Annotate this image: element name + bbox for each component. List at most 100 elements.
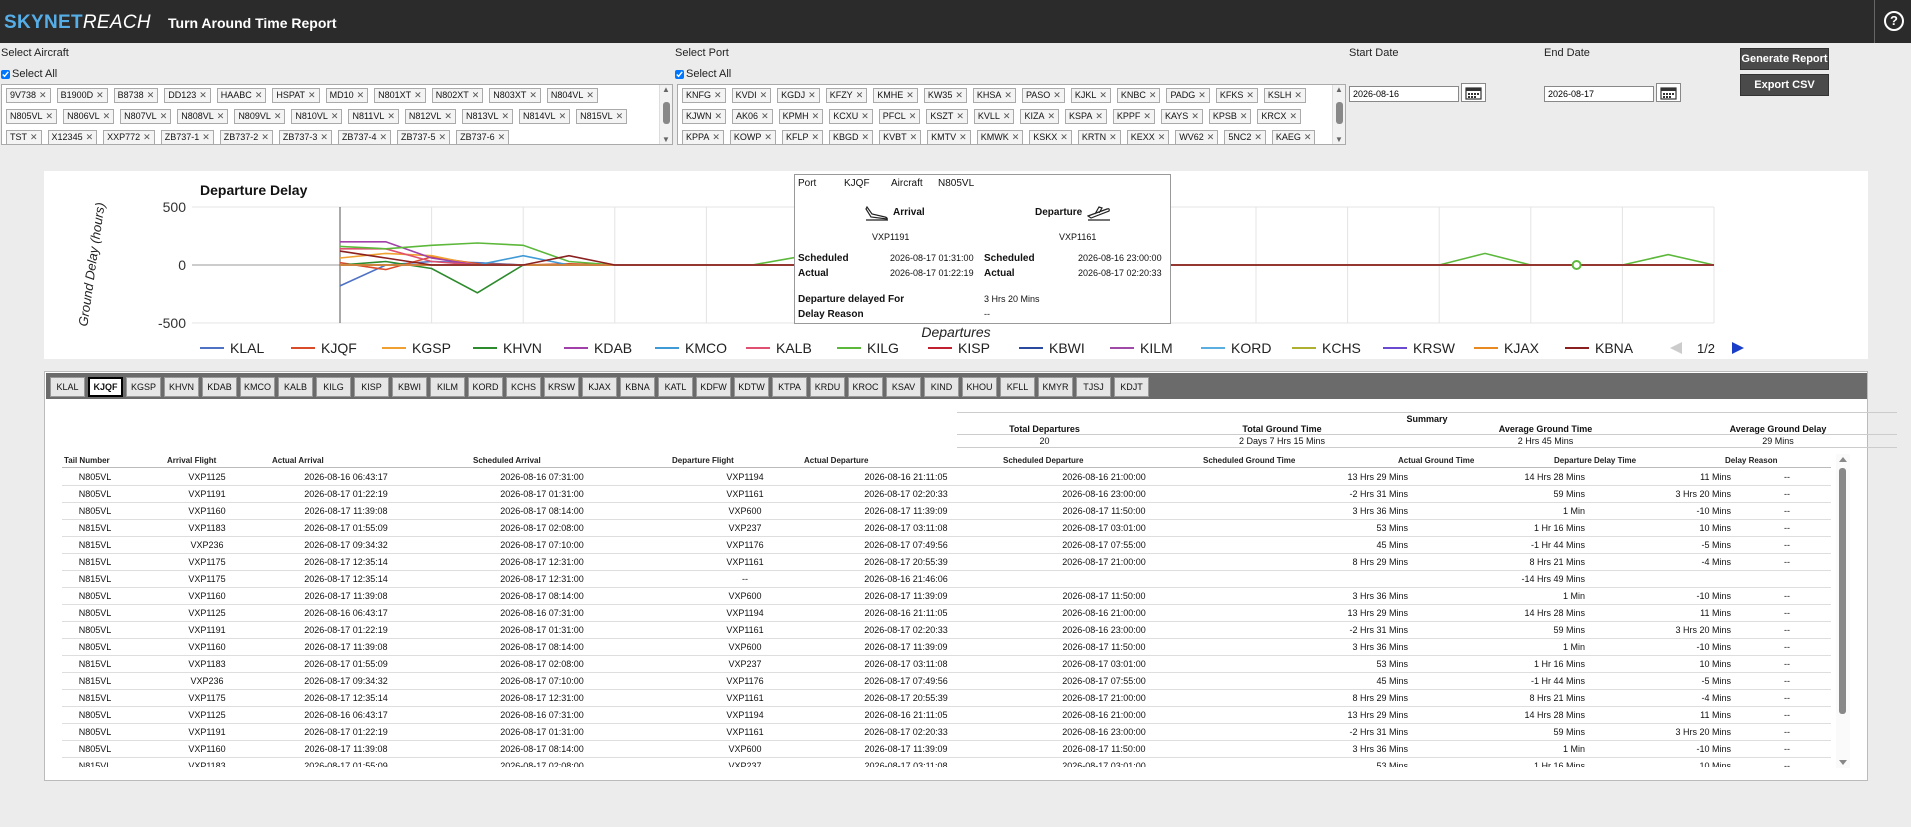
remove-tag-icon[interactable]: ✕ (387, 111, 395, 121)
scroll-up-icon[interactable]: ▲ (662, 85, 670, 94)
tab-klal[interactable]: KLAL (50, 377, 85, 397)
port-tag[interactable]: KSZT ✕ (926, 109, 968, 124)
scroll-thumb[interactable] (1839, 468, 1846, 714)
remove-tag-icon[interactable]: ✕ (764, 132, 772, 142)
port-tag[interactable]: KOWP ✕ (729, 130, 776, 144)
column-header[interactable]: Scheduled Arrival (473, 456, 541, 465)
aircraft-tag[interactable]: ZB737-1 ✕ (160, 130, 214, 144)
remove-tag-icon[interactable]: ✕ (559, 111, 567, 121)
legend-item-kord[interactable]: KORD (1231, 340, 1271, 356)
remove-tag-icon[interactable]: ✕ (1004, 90, 1012, 100)
scroll-down-icon[interactable]: ▼ (1335, 135, 1343, 144)
remove-tag-icon[interactable]: ✕ (1254, 132, 1262, 142)
remove-tag-icon[interactable]: ✕ (955, 90, 963, 100)
tab-ktpa[interactable]: KTPA (772, 377, 807, 397)
aircraft-select-all[interactable]: Select All (1, 68, 57, 80)
aircraft-tag[interactable]: X12345 ✕ (47, 130, 98, 144)
remove-tag-icon[interactable]: ✕ (320, 132, 328, 142)
remove-tag-icon[interactable]: ✕ (714, 90, 722, 100)
remove-tag-icon[interactable]: ✕ (274, 111, 282, 121)
tab-kmyr[interactable]: KMYR (1038, 377, 1073, 397)
remove-tag-icon[interactable]: ✕ (1143, 111, 1151, 121)
aircraft-tag[interactable]: HSPAT ✕ (272, 88, 320, 103)
remove-tag-icon[interactable]: ✕ (529, 90, 537, 100)
port-tag[interactable]: KJWN ✕ (682, 109, 727, 124)
remove-tag-icon[interactable]: ✕ (1095, 111, 1103, 121)
remove-tag-icon[interactable]: ✕ (202, 132, 210, 142)
remove-tag-icon[interactable]: ✕ (586, 90, 594, 100)
table-scrollbar[interactable] (1836, 454, 1850, 768)
table-row[interactable]: N805VL VXP1125 2026-08-16 06:43:17 2026-08-… (62, 605, 1831, 622)
port-tag[interactable]: KVLL ✕ (973, 109, 1015, 124)
aircraft-scrollbar[interactable]: ▲ ▼ (659, 85, 672, 144)
tab-krsw[interactable]: KRSW (544, 377, 579, 397)
tab-kchs[interactable]: KCHS (506, 377, 541, 397)
remove-tag-icon[interactable]: ✕ (808, 90, 816, 100)
scroll-up-icon[interactable]: ▲ (1335, 85, 1343, 94)
tab-khvn[interactable]: KHVN (164, 377, 199, 397)
tab-kdab[interactable]: KDAB (202, 377, 237, 397)
aircraft-tag[interactable]: ZB737-2 ✕ (219, 130, 273, 144)
port-tag[interactable]: KVDI ✕ (731, 88, 772, 103)
tab-katl[interactable]: KATL (658, 377, 693, 397)
aircraft-tag[interactable]: N813VL ✕ (461, 109, 514, 124)
legend-item-kisp[interactable]: KISP (958, 340, 990, 356)
calendar-icon[interactable] (1461, 83, 1486, 102)
remove-tag-icon[interactable]: ✕ (862, 132, 870, 142)
tab-kroc[interactable]: KROC (848, 377, 883, 397)
remove-tag-icon[interactable]: ✕ (1198, 90, 1206, 100)
port-tag[interactable]: KSPA ✕ (1065, 109, 1107, 124)
legend-item-kmco[interactable]: KMCO (685, 340, 727, 356)
remove-tag-icon[interactable]: ✕ (30, 132, 38, 142)
scroll-thumb[interactable] (1336, 102, 1343, 124)
aircraft-tag[interactable]: N812VL ✕ (404, 109, 456, 124)
tab-kdtw[interactable]: KDTW (734, 377, 769, 397)
remove-tag-icon[interactable]: ✕ (1109, 132, 1117, 142)
table-row[interactable]: N805VL VXP1191 2026-08-17 01:22:19 2026-08-… (62, 622, 1831, 639)
aircraft-tag[interactable]: 9V738 ✕ (6, 88, 51, 103)
aircraft-tag[interactable]: ZB737-4 ✕ (337, 130, 392, 144)
legend-item-krsw[interactable]: KRSW (1413, 340, 1456, 356)
aircraft-tag[interactable]: N809VL ✕ (234, 109, 286, 124)
remove-tag-icon[interactable]: ✕ (906, 90, 914, 100)
table-row[interactable]: N815VL VXP1183 2026-08-17 01:55:09 2026-08-… (62, 656, 1831, 673)
table-row[interactable]: N805VL VXP1191 2026-08-17 01:22:19 2026-08-… (62, 724, 1831, 741)
remove-tag-icon[interactable]: ✕ (712, 132, 720, 142)
scroll-down-icon[interactable] (1839, 760, 1847, 765)
aircraft-tag[interactable]: N808VL ✕ (177, 109, 229, 124)
aircraft-tag[interactable]: B1900D ✕ (56, 88, 108, 103)
port-tag[interactable]: KMTV ✕ (927, 130, 971, 144)
remove-tag-icon[interactable]: ✕ (261, 132, 269, 142)
tab-kalb[interactable]: KALB (278, 377, 313, 397)
remove-tag-icon[interactable]: ✕ (1003, 111, 1011, 121)
port-tag[interactable]: KNFG ✕ (682, 88, 726, 103)
port-tag[interactable]: KPPF ✕ (1112, 109, 1155, 124)
column-header[interactable]: Scheduled Ground Time (1203, 456, 1295, 465)
remove-tag-icon[interactable]: ✕ (103, 111, 111, 121)
remove-tag-icon[interactable]: ✕ (1149, 90, 1157, 100)
legend-item-kilg[interactable]: KILG (867, 340, 899, 356)
remove-tag-icon[interactable]: ✕ (498, 132, 506, 142)
remove-tag-icon[interactable]: ✕ (1099, 90, 1107, 100)
port-tag[interactable]: KHSA ✕ (972, 88, 1016, 103)
column-header[interactable]: Delay Reason (1725, 456, 1777, 465)
remove-tag-icon[interactable]: ✕ (472, 90, 480, 100)
port-tag[interactable]: KMWK ✕ (976, 130, 1024, 144)
port-tag[interactable]: PADG ✕ (1166, 88, 1210, 103)
table-row[interactable]: N815VL VXP1175 2026-08-17 12:35:14 2026-08-… (62, 571, 1831, 588)
remove-tag-icon[interactable]: ✕ (1240, 111, 1248, 121)
remove-tag-icon[interactable]: ✕ (761, 111, 769, 121)
remove-tag-icon[interactable]: ✕ (959, 132, 967, 142)
remove-tag-icon[interactable]: ✕ (1294, 90, 1302, 100)
port-tag[interactable]: PFCL ✕ (878, 109, 921, 124)
port-select-all[interactable]: Select All (675, 68, 731, 80)
legend-item-kbwi[interactable]: KBWI (1049, 340, 1085, 356)
aircraft-tag[interactable]: ZB737-6 ✕ (456, 130, 510, 144)
port-tag[interactable]: KIZA ✕ (1020, 109, 1060, 124)
remove-tag-icon[interactable]: ✕ (217, 111, 225, 121)
tab-tjsj[interactable]: TJSJ (1076, 377, 1111, 397)
legend-item-khvn[interactable]: KHVN (503, 340, 542, 356)
remove-tag-icon[interactable]: ✕ (414, 90, 422, 100)
aircraft-tag[interactable]: DD123 ✕ (164, 88, 211, 103)
column-header[interactable]: Actual Arrival (272, 456, 324, 465)
